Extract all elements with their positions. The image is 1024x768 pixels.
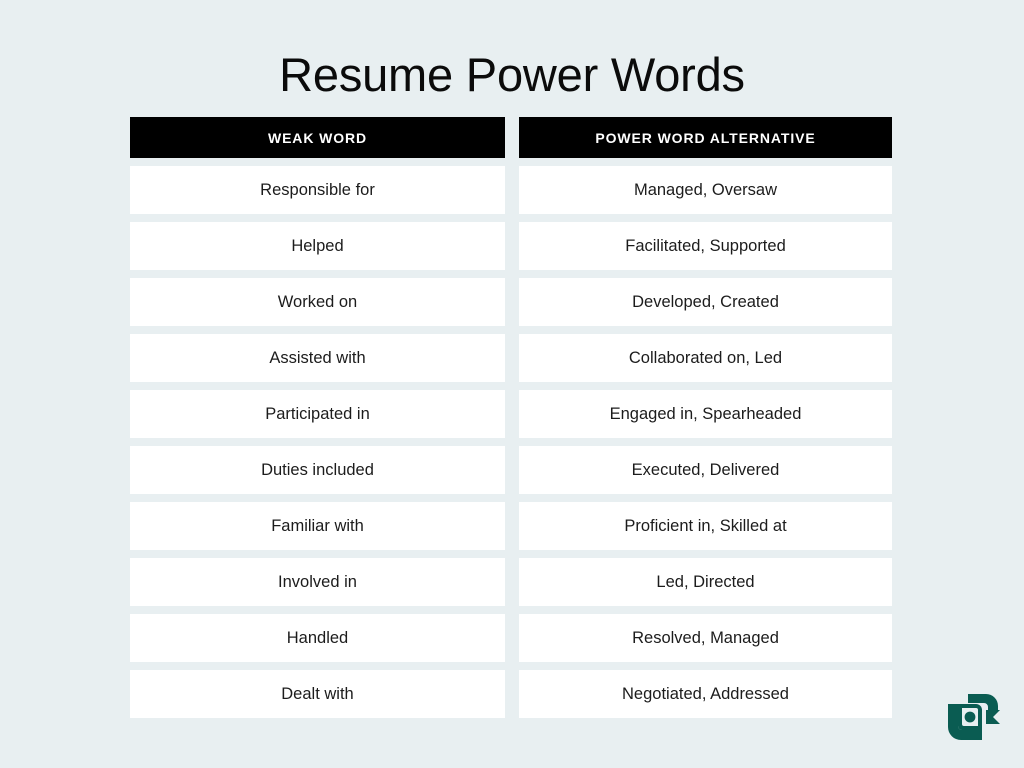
- table-row: Managed, Oversaw: [519, 166, 892, 214]
- table-row: Negotiated, Addressed: [519, 670, 892, 718]
- page-title: Resume Power Words: [279, 48, 745, 101]
- table-row: Led, Directed: [519, 558, 892, 606]
- cell-power-word: Proficient in, Skilled at: [624, 516, 787, 535]
- cell-power-word: Facilitated, Supported: [625, 236, 786, 255]
- cell-weak-word: Duties included: [261, 460, 374, 479]
- cell-weak-word: Dealt with: [281, 684, 354, 703]
- table-row: Handled: [130, 614, 505, 662]
- table-row: Participated in: [130, 390, 505, 438]
- cell-power-word: Collaborated on, Led: [628, 348, 783, 367]
- table-row: Assisted with: [130, 334, 505, 382]
- table-row: Developed, Created: [519, 278, 892, 326]
- brand-logo-icon: [942, 688, 1000, 744]
- table-row: Dealt with: [130, 670, 505, 718]
- column-header-weak-word: WEAK WORD: [130, 117, 505, 158]
- table-row: Duties included: [130, 446, 505, 494]
- table-row: Facilitated, Supported: [519, 222, 892, 270]
- cell-weak-word: Involved in: [278, 572, 357, 591]
- column-header-power-word-alternative: POWER WORD ALTERNATIVE: [519, 117, 892, 158]
- cell-weak-word: Familiar with: [271, 516, 364, 535]
- table-row: Familiar with: [130, 502, 505, 550]
- cell-power-word: Led, Directed: [656, 572, 755, 591]
- cell-power-word: Negotiated, Addressed: [622, 684, 789, 703]
- table-row: Helped: [130, 222, 505, 270]
- table-row: Proficient in, Skilled at: [519, 502, 892, 550]
- table-row: Resolved, Managed: [519, 614, 892, 662]
- table-row: Engaged in, Spearheaded: [519, 390, 892, 438]
- power-word-column: POWER WORD ALTERNATIVE Managed, Oversaw …: [519, 117, 892, 718]
- table-row: Responsible for: [130, 166, 505, 214]
- cell-weak-word: Participated in: [265, 404, 370, 423]
- cell-power-word: Engaged in, Spearheaded: [609, 404, 802, 423]
- cell-weak-word: Responsible for: [260, 180, 375, 199]
- table-row: Worked on: [130, 278, 505, 326]
- cell-power-word: Developed, Created: [632, 292, 779, 311]
- comparison-table: WEAK WORD Responsible for Helped Worked …: [130, 117, 892, 718]
- table-row: Involved in: [130, 558, 505, 606]
- cell-power-word: Executed, Delivered: [631, 460, 780, 479]
- cell-weak-word: Assisted with: [269, 348, 366, 367]
- cell-weak-word: Handled: [286, 628, 349, 647]
- weak-word-column: WEAK WORD Responsible for Helped Worked …: [130, 117, 505, 718]
- cell-power-word: Managed, Oversaw: [633, 180, 778, 199]
- cell-weak-word: Worked on: [277, 292, 358, 311]
- cell-power-word: Resolved, Managed: [632, 628, 779, 647]
- table-row: Collaborated on, Led: [519, 334, 892, 382]
- cell-weak-word: Helped: [291, 236, 344, 255]
- table-row: Executed, Delivered: [519, 446, 892, 494]
- slide-canvas: Resume Power Words WEAK WORD Responsible…: [0, 0, 1024, 768]
